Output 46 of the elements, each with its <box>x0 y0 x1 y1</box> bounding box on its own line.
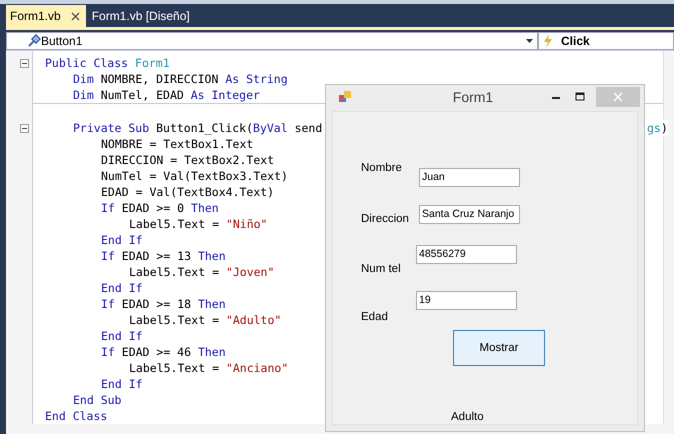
code-line: End If <box>101 280 143 296</box>
form-label: Adulto <box>451 411 484 423</box>
code-line: Label5.Text = "Anciano" <box>129 360 288 376</box>
code-line: Label5.Text = "Adulto" <box>129 312 282 328</box>
code-line: Private Sub Button1_Click(ByVal send <box>73 120 322 136</box>
window-title: Form1 <box>452 89 494 105</box>
text-field[interactable]: Juan <box>419 168 520 187</box>
code-line: End Class <box>45 408 108 424</box>
form-icon <box>338 90 352 104</box>
code-line: End Sub <box>73 392 122 408</box>
file-tab[interactable]: Form1.vb [Diseño] <box>88 5 196 28</box>
code-line: If EDAD >= 0 Then <box>101 200 219 216</box>
code-line: DIRECCION = TextBox2.Text <box>101 152 274 168</box>
close-icon <box>613 92 623 102</box>
lightning-icon <box>543 34 553 48</box>
code-line: If EDAD >= 46 Then <box>101 344 226 360</box>
show-button[interactable]: Mostrar <box>453 330 545 366</box>
code-line: Dim NOMBRE, DIRECCION As String <box>73 71 288 87</box>
form-label: Num tel <box>361 263 401 275</box>
event-dropdown[interactable]: Click <box>538 32 674 50</box>
caret-icon <box>526 38 533 43</box>
text-field[interactable]: 48556279 <box>416 245 517 264</box>
text-field[interactable]: 19 <box>416 291 517 310</box>
code-line: NOMBRE = TextBox1.Text <box>101 136 254 152</box>
maximize-icon <box>575 92 585 102</box>
code-line: If EDAD >= 18 Then <box>101 296 226 312</box>
collapse-icon[interactable] <box>20 59 29 68</box>
object-dropdown[interactable]: Button1 <box>6 32 538 50</box>
form-label: Edad <box>361 311 388 323</box>
component-icon <box>27 34 41 48</box>
form-label: Nombre <box>361 162 402 174</box>
code-line: NumTel = Val(TextBox3.Text) <box>101 168 288 184</box>
close-icon[interactable] <box>70 12 80 21</box>
file-tab[interactable]: Form1.vb <box>6 5 86 28</box>
code-line: If EDAD >= 13 Then <box>101 248 226 264</box>
code-line: End If <box>101 376 143 392</box>
form-label: Direccion <box>361 213 409 225</box>
code-line: EDAD = Val(TextBox4.Text) <box>101 184 274 200</box>
code-line: Label5.Text = "Niño" <box>129 216 268 232</box>
code-line: Dim NumTel, EDAD As Integer <box>73 87 260 103</box>
code-line: End If <box>101 328 143 344</box>
code-line: Public Class Form1 <box>45 55 170 71</box>
collapse-icon[interactable] <box>20 124 29 133</box>
text-field[interactable]: Santa Cruz Naranjo <box>419 205 520 224</box>
code-line: Label5.Text = "Joven" <box>129 264 274 280</box>
code-line: End If <box>101 232 143 248</box>
